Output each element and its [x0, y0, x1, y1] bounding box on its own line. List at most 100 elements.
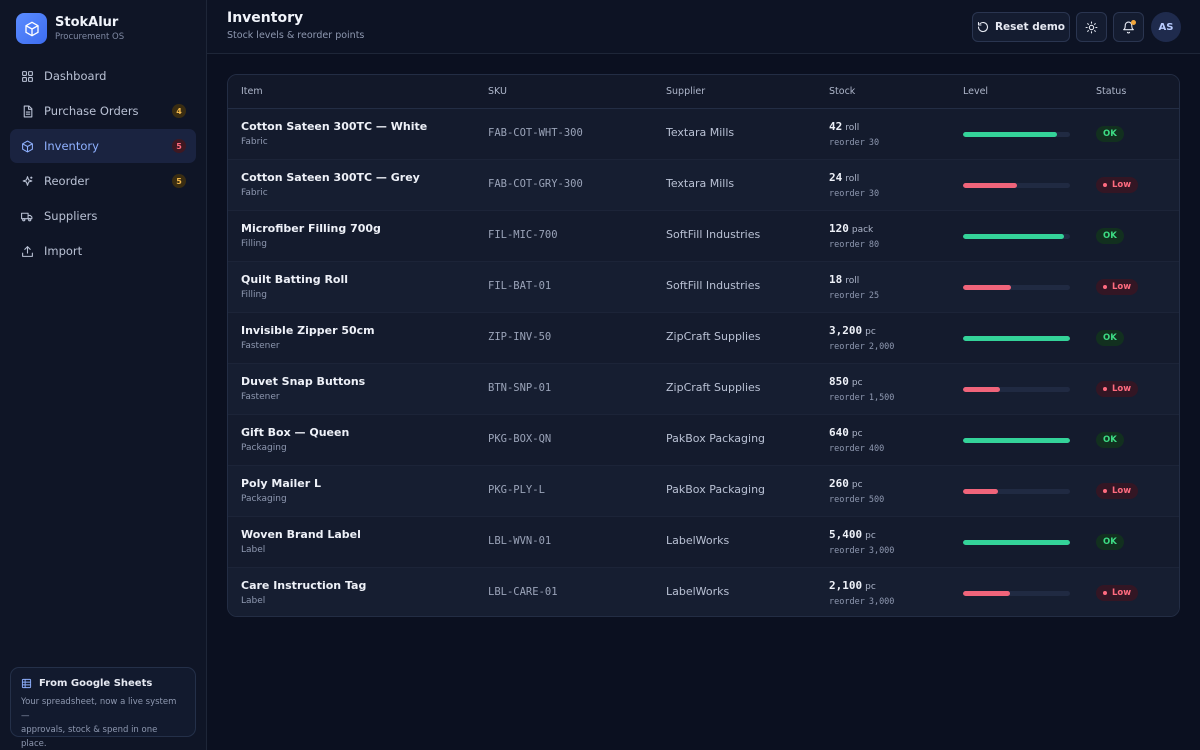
stock-unit: pc: [865, 582, 876, 592]
status-label: OK: [1103, 231, 1117, 241]
reorder-label: reorder: [829, 342, 865, 352]
reorder-value: 3,000: [868, 597, 895, 607]
reorder-value: 30: [868, 189, 880, 199]
column-header-item[interactable]: Item: [241, 86, 263, 97]
status-badge: OK: [1096, 330, 1124, 346]
level-bar: [963, 438, 1070, 443]
reorder-value: 3,000: [868, 546, 895, 556]
sparkle-icon: [20, 174, 34, 188]
status-badge: Low: [1096, 585, 1139, 601]
sidebar-item-label: Inventory: [44, 139, 99, 153]
item-sku: FIL-MIC-700: [488, 229, 558, 241]
table-header: Item SKU Supplier Stock Level Status: [228, 75, 1179, 109]
status-label: Low: [1112, 384, 1132, 394]
notifications-button[interactable]: [1113, 12, 1144, 42]
item-supplier: ZipCraft Supplies: [666, 330, 761, 343]
promo-text: Your spreadsheet, now a live system —: [21, 697, 177, 721]
stock-value: 260: [829, 477, 849, 490]
stock-unit: pc: [851, 429, 863, 439]
item-supplier: Textara Mills: [666, 126, 735, 139]
reorder-point: reorder 30: [829, 189, 879, 199]
item-sku: LBL-CARE-01: [488, 586, 558, 598]
stock-quantity: 120 pack: [829, 222, 873, 235]
reorder-value: 80: [868, 240, 880, 250]
sidebar-item-purchase-orders[interactable]: Purchase Orders 4: [10, 94, 196, 128]
item-supplier: Textara Mills: [666, 177, 735, 190]
column-header-supplier[interactable]: Supplier: [666, 86, 705, 97]
level-bar: [963, 285, 1070, 290]
sidebar-item-label: Dashboard: [44, 69, 107, 83]
reorder-point: reorder 400: [829, 444, 884, 454]
stock-value: 24: [829, 171, 843, 184]
stock-value: 120: [829, 222, 849, 235]
table-row[interactable]: Duvet Snap Buttons Fastener BTN-SNP-01 ZipC…: [228, 364, 1179, 415]
sidebar-item-inventory[interactable]: Inventory 5: [10, 129, 196, 163]
stock-quantity: 24 roll: [829, 171, 859, 184]
item-supplier: ZipCraft Supplies: [666, 381, 761, 394]
level-bar: [963, 540, 1070, 545]
item-name: Invisible Zipper 50cm: [241, 324, 375, 337]
item-category: Filling: [241, 290, 267, 300]
table-row[interactable]: Quilt Batting Roll Filling FIL-BAT-01 SoftF…: [228, 262, 1179, 313]
stock-unit: pc: [865, 327, 876, 337]
item-supplier: PakBox Packaging: [666, 483, 766, 496]
status-badge: OK: [1096, 432, 1124, 448]
reorder-label: reorder: [829, 495, 865, 505]
level-bar: [963, 234, 1070, 239]
reorder-label: reorder: [829, 546, 865, 556]
table-row[interactable]: Cotton Sateen 300TC — White Fabric FAB-COT…: [228, 109, 1179, 160]
item-category: Fabric: [241, 188, 268, 198]
table-row[interactable]: Cotton Sateen 300TC — Grey Fabric FAB-COT-…: [228, 160, 1179, 211]
item-sku: PKG-PLY-L: [488, 484, 545, 496]
table-row[interactable]: Invisible Zipper 50cm Fastener ZIP-INV-50 Z…: [228, 313, 1179, 364]
status-label: Low: [1112, 486, 1132, 496]
app-name: StokAlur: [55, 14, 119, 30]
table-row[interactable]: Woven Brand Label Label LBL-WVN-01 LabelWor…: [228, 517, 1179, 568]
reorder-point: reorder 25: [829, 291, 879, 301]
page-title: Inventory: [227, 10, 304, 26]
stock-unit: pc: [851, 378, 863, 388]
reorder-point: reorder 1,500: [829, 393, 894, 403]
item-category: Filling: [241, 239, 267, 249]
reorder-value: 400: [868, 444, 885, 454]
reorder-label: reorder: [829, 240, 865, 250]
sidebar-nav: Dashboard Purchase Orders 4 Inventory 5 …: [10, 59, 196, 269]
table-row[interactable]: Care Instruction Tag Label LBL-CARE-01 Labe…: [228, 568, 1179, 616]
level-bar-fill: [963, 234, 1064, 239]
brand[interactable]: StokAlur Procurement OS: [16, 13, 124, 44]
sidebar-item-label: Import: [44, 244, 83, 258]
sidebar-item-suppliers[interactable]: Suppliers: [10, 199, 196, 233]
column-header-status[interactable]: Status: [1096, 86, 1126, 97]
reset-demo-button[interactable]: Reset demo: [972, 12, 1070, 42]
stock-value: 640: [829, 426, 849, 439]
column-header-level[interactable]: Level: [963, 86, 988, 97]
level-bar-fill: [963, 336, 1070, 341]
table-row[interactable]: Gift Box — Queen Packaging PKG-BOX-QN PakBo…: [228, 415, 1179, 466]
status-badge: Low: [1096, 177, 1139, 193]
avatar[interactable]: AS: [1151, 12, 1181, 42]
column-header-sku[interactable]: SKU: [488, 86, 507, 97]
status-label: Low: [1112, 282, 1132, 292]
level-bar: [963, 591, 1070, 596]
column-header-stock[interactable]: Stock: [829, 86, 855, 97]
item-name: Microfiber Filling 700g: [241, 222, 381, 235]
level-bar: [963, 183, 1070, 188]
sidebar-item-reorder[interactable]: Reorder 5: [10, 164, 196, 198]
theme-toggle-button[interactable]: [1076, 12, 1107, 42]
reorder-value: 1,500: [868, 393, 895, 403]
level-bar: [963, 336, 1070, 341]
sidebar-item-dashboard[interactable]: Dashboard: [10, 59, 196, 93]
table-row[interactable]: Microfiber Filling 700g Filling FIL-MIC-70…: [228, 211, 1179, 262]
box-logo-icon: [16, 13, 47, 44]
reorder-label: reorder: [829, 189, 865, 199]
sidebar-item-import[interactable]: Import: [10, 234, 196, 268]
sidebar-item-label: Purchase Orders: [44, 104, 139, 118]
item-category: Label: [241, 545, 266, 555]
item-sku: ZIP-INV-50: [488, 331, 552, 343]
box-icon: [20, 139, 34, 153]
reorder-label: reorder: [829, 291, 865, 301]
table-row[interactable]: Poly Mailer L Packaging PKG-PLY-L PakBox Pa…: [228, 466, 1179, 517]
promo-title: From Google Sheets: [39, 678, 153, 689]
stock-value: 18: [829, 273, 843, 286]
item-sku: BTN-SNP-01: [488, 382, 552, 394]
